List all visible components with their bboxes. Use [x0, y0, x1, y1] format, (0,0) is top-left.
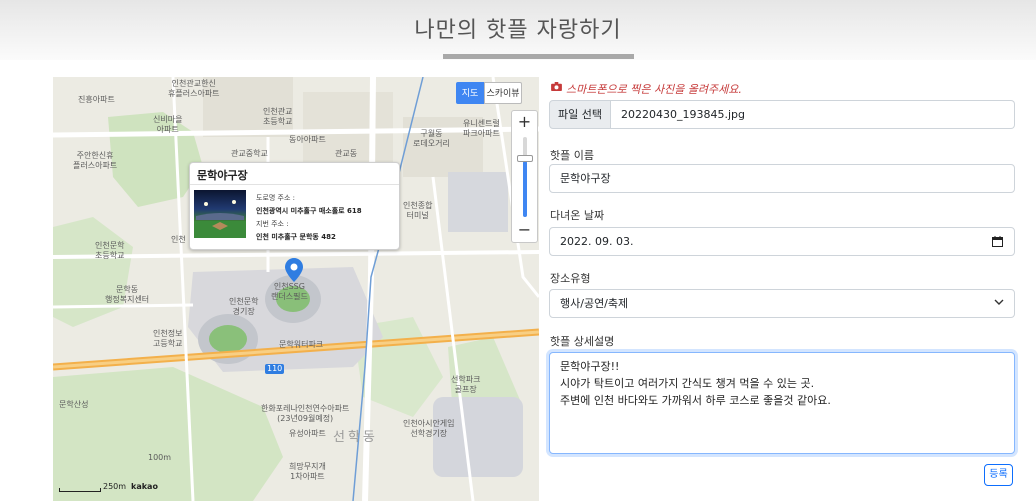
map-label: 동아아파트: [289, 135, 326, 144]
maptype-map-button[interactable]: 지도: [456, 82, 484, 104]
description-line: 문학야구장!!: [560, 360, 620, 373]
chevron-down-icon: [994, 299, 1004, 305]
map-label: 관교동: [335, 149, 358, 158]
place-photo: [194, 190, 246, 238]
map-label: 구월동 로데오거리: [413, 129, 450, 148]
map-label: 문학워터파크: [279, 340, 324, 349]
date-input[interactable]: 2022. 09. 03.: [549, 227, 1015, 256]
map-label: 유니센트럴 파크아파트: [463, 119, 500, 138]
map-label: 문학산성: [59, 400, 89, 409]
map-label: 희망무지개 1차아파트: [289, 462, 326, 481]
name-label: 핫플 이름: [550, 149, 594, 162]
map-label: 관교중학교: [231, 149, 268, 158]
type-label: 장소유형: [550, 272, 591, 285]
scale-bar: [59, 488, 101, 492]
description-line: 주변에 인천 바다와도 가까워서 하루 코스로 좋을것 같아요.: [560, 394, 831, 407]
zoom-slider-handle[interactable]: [517, 155, 533, 162]
map-label: 주안한신휴 플러스아파트: [73, 151, 118, 170]
file-name-display[interactable]: 20220430_193845.jpg: [611, 100, 1015, 129]
zoom-in-button[interactable]: +: [512, 111, 537, 133]
map-label: 신비마을 아파트: [153, 115, 183, 134]
map-label: 문학동 행정복지센터: [105, 285, 150, 304]
scale-label: 250m: [103, 482, 127, 491]
map-label: 유성아파트: [289, 429, 326, 438]
map-label: 인천: [171, 235, 186, 244]
map-label: 진흥아파트: [78, 95, 115, 104]
popup-title: 문학야구장: [197, 169, 248, 182]
kakao-logo: kakao: [131, 482, 158, 491]
title-underline: [443, 54, 634, 59]
description-line: 시야가 탁트이고 여러가지 간식도 챙겨 먹을 수 있는 곳.: [560, 377, 815, 390]
description-label: 핫플 상세설명: [550, 335, 615, 348]
name-input[interactable]: 문학야구장: [549, 164, 1015, 193]
road-address-label: 도로명 주소 :: [256, 194, 296, 202]
road-address: 인천광역시 미추홀구 매소홀로 618: [256, 207, 362, 215]
zoom-control: + −: [511, 110, 538, 243]
district-label: 선학동: [333, 430, 378, 445]
submit-button[interactable]: 등록: [984, 464, 1013, 486]
map-label: 선학파크 골프장: [451, 375, 481, 394]
map-label: 한화포레나인천연수아파트 (23년09월예정): [261, 404, 350, 423]
maptype-skyview-button[interactable]: 스카이뷰: [484, 82, 522, 104]
map-view[interactable]: 인천관교한신 휴플러스아파트 진흥아파트 신비마을 아파트 인천관교 초등학교 동아아…: [53, 77, 539, 501]
zoom-slider-fill: [523, 161, 527, 217]
map-label: 인천종합 터미널: [403, 201, 433, 220]
camera-icon: [551, 82, 562, 91]
jibun-address-label: 지번 주소 :: [256, 220, 289, 228]
highway-shield: 110: [265, 364, 285, 374]
stadium-photo: [194, 200, 246, 238]
calendar-icon[interactable]: [992, 236, 1003, 247]
place-info-popup: 문학야구장 도로명 주소 : 인천광역시 미추홀구 매소홀로 618 지번 주소…: [189, 162, 400, 250]
map-label: 인천관교 초등학교: [263, 107, 293, 126]
date-label: 다녀온 날짜: [550, 209, 605, 222]
popup-divider: [190, 184, 399, 185]
file-select-button[interactable]: 파일 선택: [549, 100, 611, 129]
description-textarea[interactable]: 문학야구장!! 시야가 탁트이고 여러가지 간식도 챙겨 먹을 수 있는 곳. …: [549, 352, 1015, 454]
map-label: 인천아시안게임 선학경기장: [403, 419, 455, 438]
map-label: 인천문학 경기장: [229, 297, 259, 316]
map-label: 인천SSG 랜더스필드: [271, 282, 308, 301]
map-label: 인천정보 고등학교: [153, 329, 183, 348]
map-label: 인천관교한신 휴플러스아파트: [168, 79, 220, 98]
map-label: 100m: [148, 453, 172, 462]
zoom-out-button[interactable]: −: [512, 219, 537, 241]
location-pin-icon[interactable]: [285, 258, 303, 282]
map-label: 인천문학 초등학교: [95, 241, 125, 260]
page-title: 나만의 핫플 자랑하기: [414, 18, 622, 43]
upload-hint: 스마트폰으로 찍은 사진을 올려주세요.: [566, 83, 742, 96]
type-select[interactable]: 행사/공연/축제: [549, 289, 1015, 318]
jibun-address: 인천 미추홀구 문학동 482: [256, 233, 336, 241]
